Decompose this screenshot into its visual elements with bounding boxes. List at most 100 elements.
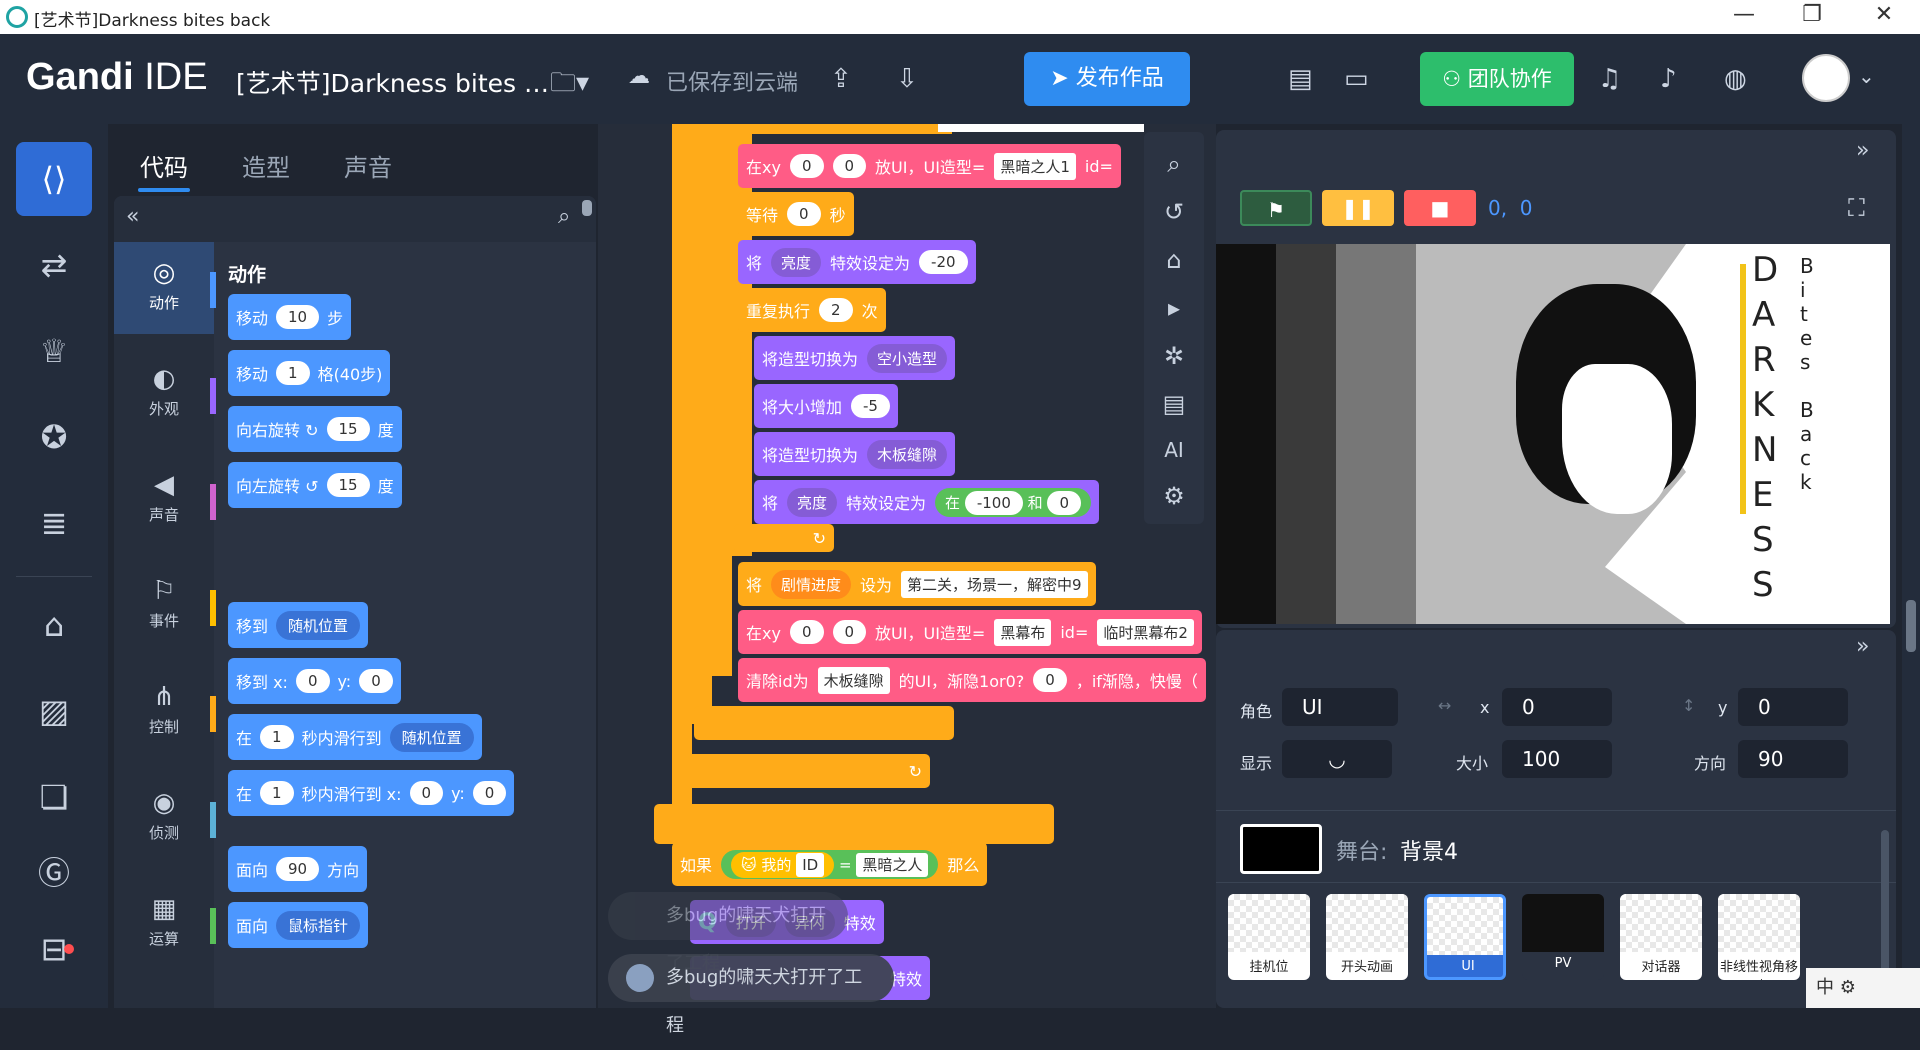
headphones-icon[interactable]: ♫ bbox=[1598, 64, 1621, 94]
palette-scrollbar[interactable] bbox=[582, 200, 592, 216]
close-button[interactable]: ✕ bbox=[1864, 2, 1904, 27]
badge-icon[interactable]: ✪ bbox=[16, 400, 92, 474]
tab-sounds[interactable]: 声音 bbox=[344, 148, 392, 183]
collapse-icon[interactable]: « bbox=[126, 204, 139, 229]
code-editor-icon[interactable]: ⟨⟩ bbox=[16, 142, 92, 216]
expand-right-icon-2[interactable]: » bbox=[1856, 634, 1869, 659]
category-2[interactable]: ◀ 声音 bbox=[114, 454, 216, 546]
chevron-down-icon[interactable]: ⌄ bbox=[1858, 64, 1875, 88]
palette-block[interactable]: 向左旋转 ↺ 15 度 bbox=[228, 462, 402, 508]
maximize-button[interactable]: ❐ bbox=[1792, 2, 1832, 27]
goto-block[interactable]: 移到 随机位置 bbox=[228, 602, 369, 648]
subtitle-letter: i bbox=[1800, 278, 1806, 302]
stop-button[interactable]: ■ bbox=[1404, 190, 1476, 226]
chat-icon[interactable]: ▭ bbox=[1344, 64, 1369, 94]
gandi-icon[interactable]: Ⓖ bbox=[16, 836, 92, 910]
my-id-reporter[interactable]: 🐱 我的 ID bbox=[731, 851, 835, 878]
tab-costumes[interactable]: 造型 bbox=[242, 148, 290, 183]
upload-icon[interactable]: ⇪ bbox=[830, 64, 852, 94]
stage-thumbnail[interactable] bbox=[1240, 824, 1322, 874]
set-effect-block[interactable]: 将亮度 特效设定为 -20 bbox=[738, 240, 976, 284]
direction-input[interactable]: 90 bbox=[1738, 740, 1848, 778]
category-5[interactable]: ◉ 侦测 bbox=[114, 772, 216, 864]
palette-block[interactable]: 向右旋转 ↻ 15 度 bbox=[228, 406, 402, 452]
subtitle-letter: e bbox=[1800, 326, 1813, 350]
ime-indicator[interactable]: 中 ⚙ bbox=[1806, 968, 1920, 1008]
if-block[interactable]: 如果 🐱 我的 ID = 黑暗之人 那么 bbox=[672, 842, 988, 886]
category-4[interactable]: ⋔ 控制 bbox=[114, 666, 216, 758]
palette-block[interactable]: 移动 1 格(40步) bbox=[228, 350, 391, 396]
database-icon[interactable]: ≣ bbox=[16, 486, 92, 560]
place-ui-block[interactable]: 在xy 0 0 放UI，UI造型= 黑暗之人1 id= bbox=[738, 144, 1121, 188]
visibility-toggle[interactable]: ◡ bbox=[1282, 740, 1392, 778]
sprite-thumbnail[interactable]: 对话器 bbox=[1620, 894, 1702, 980]
repeat-block[interactable]: 重复执行 2 次 bbox=[738, 288, 886, 332]
category-3[interactable]: ⚐ 事件 bbox=[114, 560, 216, 652]
bug-icon[interactable]: ✲ bbox=[1158, 342, 1190, 374]
gotoxy-block[interactable]: 移到 x: 0 y: 0 bbox=[228, 658, 401, 704]
toolbox-icon[interactable]: ⊟ bbox=[16, 912, 92, 986]
stage-canvas[interactable]: DARKNESS BitesBack bbox=[1216, 244, 1890, 624]
green-flag-button[interactable]: ⚑ bbox=[1240, 190, 1312, 226]
clear-ui-block[interactable]: 清除id为 木板缝隙 的UI，渐隐1or0? 0 ，if渐隐，快慢（ bbox=[738, 658, 1206, 702]
document-icon[interactable]: ▤ bbox=[1158, 390, 1190, 422]
random-reporter[interactable]: 在 -100 和 0 bbox=[935, 487, 1092, 517]
category-1[interactable]: ◐ 外观 bbox=[114, 348, 216, 440]
window-scrollbar[interactable] bbox=[1902, 124, 1920, 1008]
repeat-end-block: ↻ bbox=[734, 524, 834, 552]
extension-icon[interactable]: ⇄ bbox=[16, 228, 92, 302]
sprite-thumbnail[interactable]: UI bbox=[1424, 894, 1506, 980]
wait-block[interactable]: 等待 0 秒 bbox=[738, 192, 854, 236]
set-effect-block-2[interactable]: 将亮度 特效设定为在 -100 和 0 bbox=[754, 480, 1100, 524]
sprite-thumbnail[interactable]: PV bbox=[1522, 894, 1604, 980]
bell-icon[interactable]: ♪ bbox=[1660, 64, 1677, 94]
download-icon[interactable]: ⇩ bbox=[896, 64, 918, 94]
switch-costume-block-2[interactable]: 将造型切换为 木板缝隙 bbox=[754, 432, 956, 476]
notes-icon[interactable]: ▤ bbox=[1288, 64, 1313, 94]
avatar[interactable] bbox=[1802, 54, 1850, 102]
project-title[interactable]: [艺术节]Darkness bites … bbox=[236, 64, 549, 100]
trophy-icon[interactable]: ♕ bbox=[16, 314, 92, 388]
y-input[interactable]: 0 bbox=[1738, 688, 1848, 726]
publish-button[interactable]: ➤ 发布作品 bbox=[1024, 52, 1190, 106]
settings-icon[interactable]: ⚙ bbox=[1158, 482, 1190, 514]
expand-right-icon[interactable]: » bbox=[1856, 138, 1869, 163]
place-ui-block-2[interactable]: 在xy 0 0 放UI，UI造型= 黑幕布 id= 临时黑幕布2 bbox=[738, 610, 1202, 654]
equals-reporter[interactable]: 🐱 我的 ID = 黑暗之人 bbox=[721, 849, 939, 879]
find-icon[interactable]: ⌕ bbox=[1158, 150, 1190, 182]
glide-block[interactable]: 在 1 秒内滑行到 随机位置 bbox=[228, 714, 482, 760]
team-collab-button[interactable]: ⚇ 团队协作 bbox=[1420, 52, 1574, 106]
palette-block[interactable]: 移动 10 步 bbox=[228, 294, 352, 340]
sprite-thumbnail[interactable]: 挂机位 bbox=[1228, 894, 1310, 980]
face-toward-block[interactable]: 面向 鼠标指针 bbox=[228, 902, 369, 948]
code-canvas[interactable]: 在xy 0 0 放UI，UI造型= 黑暗之人1 id= 等待 0 秒 将亮度 特效设定为 -20 … bbox=[598, 124, 1216, 1008]
x-input[interactable]: 0 bbox=[1502, 688, 1612, 726]
sprite-name-input[interactable]: UI bbox=[1282, 688, 1398, 726]
sprite-thumbnail[interactable]: 非线性视角移动 bbox=[1718, 894, 1800, 980]
set-variable-block[interactable]: 将剧情进度 设为 第二关，场景一，解密中9 bbox=[738, 562, 1096, 606]
tab-code[interactable]: 代码 bbox=[138, 148, 190, 192]
book-icon[interactable]: ❏ bbox=[16, 760, 92, 834]
pause-button[interactable]: ❚❚ bbox=[1322, 190, 1394, 226]
change-size-block[interactable]: 将大小增加 -5 bbox=[754, 384, 898, 428]
glidexy-block[interactable]: 在 1 秒内滑行到 x: 0 y: 0 bbox=[228, 770, 515, 816]
sprite-thumbnail[interactable]: 开头动画 bbox=[1326, 894, 1408, 980]
terminal-icon[interactable]: ▸ bbox=[1158, 294, 1190, 326]
cloud-icon: ☁ bbox=[628, 64, 650, 89]
category-0[interactable]: ◎ 动作 bbox=[114, 242, 216, 334]
history-icon[interactable]: ↺ bbox=[1158, 198, 1190, 230]
globe-icon[interactable]: ◍ bbox=[1724, 64, 1747, 94]
face-direction-block[interactable]: 面向 90 方向 bbox=[228, 846, 368, 892]
minimize-button[interactable]: — bbox=[1724, 2, 1764, 27]
image-icon[interactable]: ▨ bbox=[16, 674, 92, 748]
category-6[interactable]: ▦ 运算 bbox=[114, 878, 216, 970]
search-icon[interactable]: ⌕ bbox=[558, 204, 570, 229]
scroll-thumb[interactable] bbox=[1906, 600, 1916, 652]
switch-costume-block[interactable]: 将造型切换为 空小造型 bbox=[754, 336, 956, 380]
robot-icon[interactable]: ⌂ bbox=[16, 588, 92, 662]
robot-icon[interactable]: ⌂ bbox=[1158, 246, 1190, 278]
ai-icon[interactable]: AI bbox=[1158, 438, 1190, 470]
folder-icon[interactable]: 🗀▾ bbox=[550, 64, 589, 108]
fullscreen-icon[interactable]: ⛶ bbox=[1848, 194, 1865, 222]
size-input[interactable]: 100 bbox=[1502, 740, 1612, 778]
